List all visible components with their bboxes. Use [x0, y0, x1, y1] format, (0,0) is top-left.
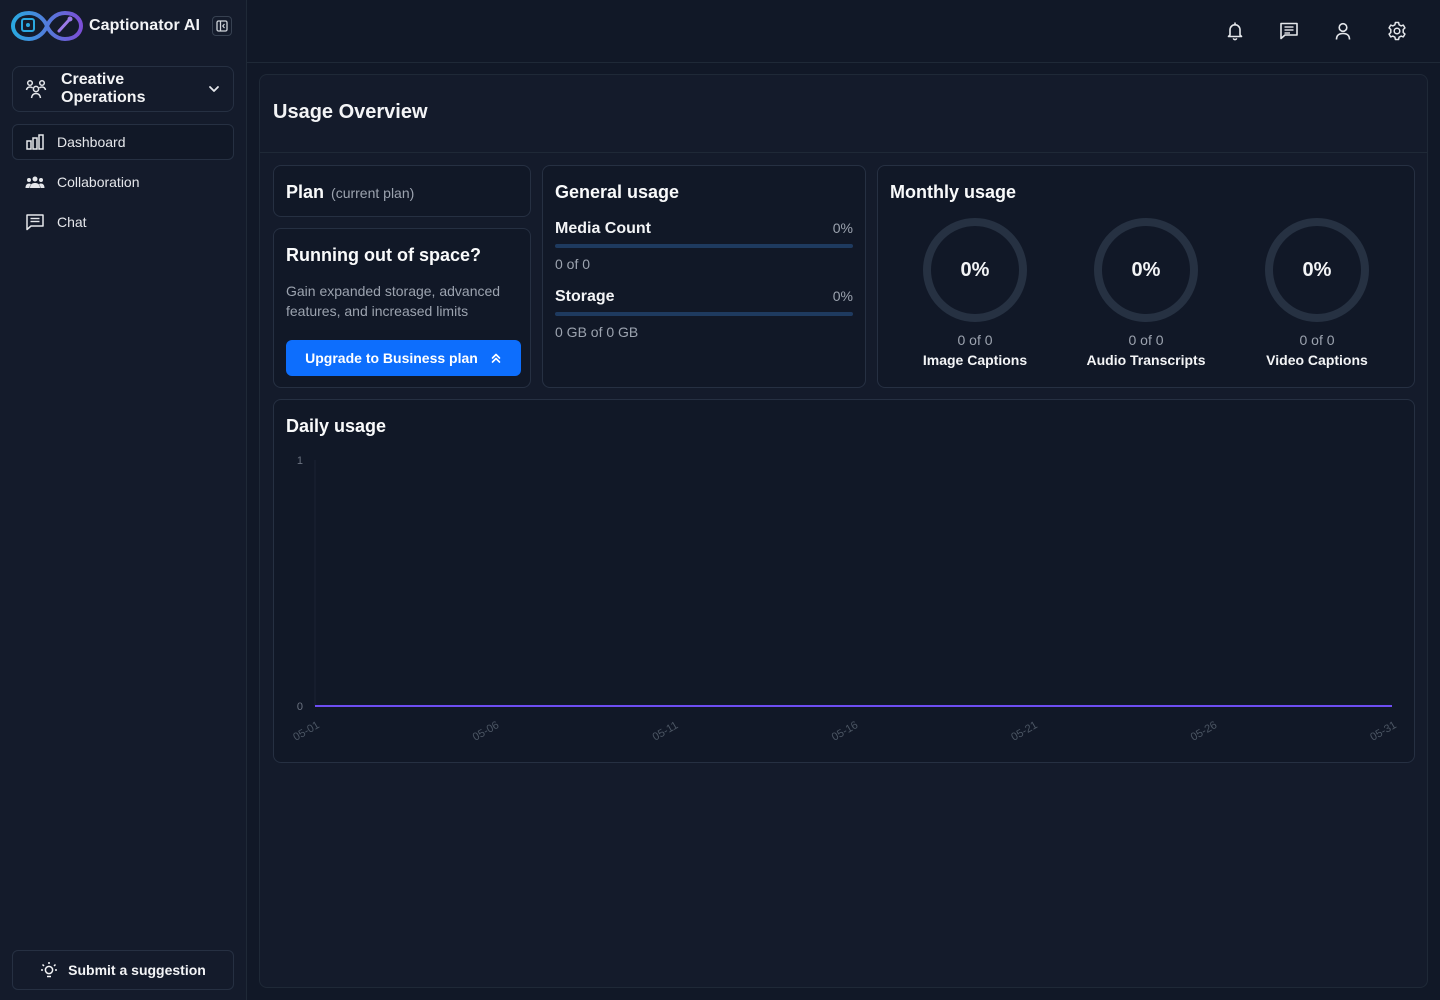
top-bar [247, 0, 1440, 63]
progress-ring: 0% [1263, 216, 1371, 324]
workspace-name: Creative Operations [61, 71, 146, 106]
monthly-usage-card: Monthly usage 0% 0 of 0 Image Captions 0… [877, 165, 1415, 388]
sidebar-item-label: Collaboration [57, 174, 140, 190]
usage-percent: 0% [832, 288, 853, 304]
usage-detail: 0 GB of 0 GB [555, 324, 639, 340]
brand-logo-icon [11, 10, 83, 42]
ring-percent: 0% [960, 258, 990, 281]
ring-detail: 0 of 0 [1128, 332, 1164, 348]
profile-button[interactable] [1332, 20, 1354, 42]
general-usage-card: General usage Media Count 0% 0 of 0 Stor… [542, 165, 866, 388]
notifications-button[interactable] [1224, 20, 1246, 42]
ring-label: Image Captions [922, 352, 1028, 368]
sidebar-item-chat[interactable]: Chat [12, 204, 234, 240]
messages-icon [1280, 22, 1298, 40]
settings-icon [1388, 21, 1406, 41]
sidebar-item-dashboard[interactable]: Dashboard [12, 124, 234, 160]
divider [260, 152, 1427, 153]
general-usage-title: General usage [555, 182, 680, 202]
team-icon [25, 79, 47, 99]
usage-overview-panel: Usage Overview Plan (current plan) Runni… [259, 74, 1428, 988]
bar-chart-icon [26, 134, 44, 150]
promo-text: Gain expanded storage, advanced features… [286, 283, 501, 319]
progress-bar [555, 244, 853, 248]
audio-transcripts-stat: 0% 0 of 0 Audio Transcripts [1066, 216, 1226, 368]
x-tick-label: 05-31 [1368, 719, 1398, 743]
storage-row: Storage 0% 0 GB of 0 GB [555, 288, 853, 340]
daily-usage-chart: 0 1 05-01 05-06 05-11 05-16 05-21 05-26 05-31 [291, 455, 1398, 744]
messages-button[interactable] [1278, 20, 1300, 42]
settings-button[interactable] [1386, 20, 1408, 42]
brand[interactable]: Captionator AI [11, 8, 200, 44]
team-icon [25, 176, 45, 188]
sidebar-item-collaboration[interactable]: Collaboration [12, 164, 234, 200]
sidebar-nav: Dashboard Collaboration Chat [12, 124, 234, 244]
plan-title: Plan (current plan) [286, 182, 414, 203]
image-captions-stat: 0% 0 of 0 Image Captions [895, 216, 1055, 368]
submit-suggestion-button[interactable]: Submit a suggestion [12, 950, 234, 990]
upgrade-promo-card: Running out of space? Gain expanded stor… [273, 228, 531, 388]
upgrade-button[interactable]: Upgrade to Business plan [286, 340, 521, 376]
collapse-sidebar-button[interactable] [212, 16, 232, 36]
y-tick-label: 0 [297, 701, 303, 713]
sidebar-item-label: Chat [57, 214, 87, 230]
x-tick-label: 05-11 [651, 719, 681, 743]
app-name: Captionator AI [89, 17, 201, 34]
sidebar: Captionator AI Creative Operations Dashb… [0, 0, 247, 1000]
daily-usage-card: Daily usage 0 1 05-01 05-06 05-11 05-16 05-21 0… [273, 399, 1415, 763]
ring-detail: 0 of 0 [957, 332, 993, 348]
sidebar-item-label: Dashboard [57, 134, 126, 150]
ring-percent: 0% [1131, 258, 1161, 281]
video-captions-stat: 0% 0 of 0 Video Captions [1237, 216, 1397, 368]
page-title: Usage Overview [273, 101, 428, 123]
progress-ring: 0% [1092, 216, 1200, 324]
plan-label: Plan [286, 182, 325, 202]
usage-label: Storage [555, 288, 615, 305]
double-chevron-up-icon [490, 352, 502, 364]
x-tick-label: 05-06 [471, 719, 501, 743]
x-tick-label: 05-21 [1009, 719, 1039, 743]
suggestion-label: Submit a suggestion [68, 962, 206, 978]
plan-subtitle: (current plan) [331, 185, 415, 201]
x-tick-label: 05-01 [291, 719, 321, 743]
y-tick-label: 1 [297, 455, 303, 467]
progress-ring: 0% [921, 216, 1029, 324]
progress-bar [555, 312, 853, 316]
promo-title: Running out of space? [286, 245, 481, 265]
bell-icon [1227, 22, 1243, 41]
ring-label: Video Captions [1266, 352, 1368, 368]
upgrade-button-label: Upgrade to Business plan [305, 350, 478, 366]
sidebar-toggle-icon [216, 20, 228, 32]
user-icon [1335, 22, 1351, 40]
ring-label: Audio Transcripts [1086, 352, 1206, 368]
x-tick-label: 05-16 [830, 719, 860, 743]
monthly-usage-title: Monthly usage [890, 182, 1017, 202]
lightbulb-icon [41, 962, 58, 978]
x-tick-label: 05-26 [1189, 719, 1219, 743]
workspace-switcher[interactable]: Creative Operations [12, 66, 234, 112]
chat-icon [26, 214, 44, 231]
usage-percent: 0% [832, 220, 853, 236]
usage-label: Media Count [555, 220, 651, 237]
plan-card: Plan (current plan) [273, 165, 531, 217]
media-count-row: Media Count 0% 0 of 0 [555, 220, 853, 272]
usage-detail: 0 of 0 [555, 256, 591, 272]
ring-detail: 0 of 0 [1299, 332, 1335, 348]
chevron-down-icon [209, 86, 219, 92]
ring-percent: 0% [1302, 258, 1332, 281]
